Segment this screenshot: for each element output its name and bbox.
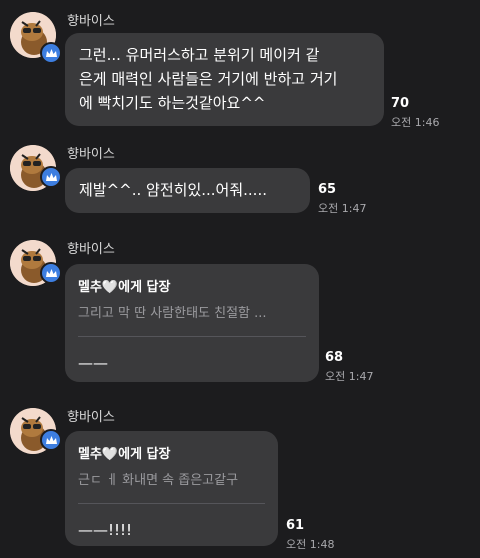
- reply-suffix: 에게 답장: [118, 447, 171, 462]
- sender-name: 향바이스: [67, 147, 115, 162]
- message-time: 오전 1:47: [318, 202, 367, 215]
- sender-name: 향바이스: [67, 14, 115, 29]
- reply-target-name: 멜추: [78, 280, 102, 295]
- quoted-message[interactable]: 근ㄷ ㅔ 화내면 속 좁은고같구: [78, 469, 265, 493]
- reply-divider: [78, 336, 306, 337]
- white-heart-icon: 🤍: [101, 447, 119, 462]
- message-bubble[interactable]: 그런... 유머러스하고 분위기 메이커 같 은게 매력인 사람들은 거기에 반…: [65, 33, 384, 126]
- reply-divider: [78, 503, 265, 504]
- quoted-message[interactable]: 그리고 막 딴 사람한태도 친절함 ...: [78, 302, 306, 326]
- reply-target-name: 멜추: [78, 447, 102, 462]
- reply-suffix: 에게 답장: [118, 280, 171, 295]
- sender-name: 향바이스: [67, 410, 115, 425]
- message-text-line: 그런... 유머러스하고 분위기 메이커 같: [79, 46, 320, 64]
- unread-count: 61: [286, 518, 305, 533]
- reply-header: 멜추🤍에게 답장: [78, 443, 265, 467]
- message-time: 오전 1:47: [325, 370, 374, 383]
- unread-count: 70: [391, 96, 410, 111]
- unread-count: 65: [318, 182, 337, 197]
- message-text-line: 에 빡치기도 하는것같아요^^: [79, 94, 266, 112]
- white-heart-icon: 🤍: [101, 280, 119, 295]
- unread-count: 68: [325, 350, 344, 365]
- reply-text: ——: [78, 354, 108, 372]
- crown-badge-icon: [40, 429, 62, 451]
- message-bubble[interactable]: 제발^^.. 얌전히있...어줘.....: [65, 168, 310, 213]
- reply-bubble[interactable]: 멜추🤍에게 답장 그리고 막 딴 사람한태도 친절함 ... ——: [65, 264, 319, 382]
- crown-badge-icon: [40, 262, 62, 284]
- crown-badge-icon: [40, 42, 62, 64]
- reply-header: 멜추🤍에게 답장: [78, 276, 306, 300]
- message-time: 오전 1:48: [286, 538, 335, 551]
- message-text-line: 은게 매력인 사람들은 거기에 반하고 거기: [79, 70, 338, 88]
- reply-bubble[interactable]: 멜추🤍에게 답장 근ㄷ ㅔ 화내면 속 좁은고같구 ——!!!!: [65, 431, 278, 546]
- message-time: 오전 1:46: [391, 116, 440, 129]
- sender-name: 향바이스: [67, 242, 115, 257]
- reply-text: ——!!!!: [78, 521, 133, 539]
- message-text-line: 제발^^.. 얌전히있...어줘.....: [79, 181, 267, 199]
- crown-badge-icon: [40, 166, 62, 188]
